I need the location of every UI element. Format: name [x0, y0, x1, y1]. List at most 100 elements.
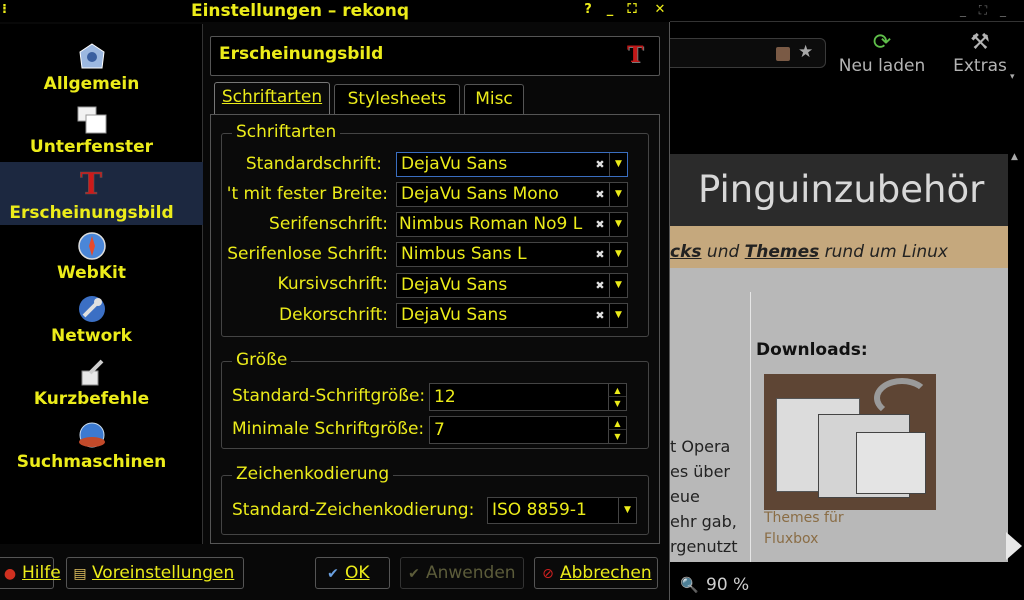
spin-up-icon[interactable]: ▲	[608, 384, 626, 397]
standard-font-combo[interactable]: DejaVu Sans ✖ ▼	[396, 152, 628, 177]
size-group-title: Größe	[232, 350, 292, 370]
spin-up-icon[interactable]: ▲	[608, 417, 626, 430]
chevron-down-icon[interactable]: ▼	[609, 274, 627, 297]
defaults-button[interactable]: ▤ Voreinstellungen	[66, 557, 244, 589]
combo-value: DejaVu Sans	[401, 275, 508, 295]
browser-maximize-button[interactable]: ⛶	[976, 4, 990, 16]
clear-icon[interactable]: ✖	[593, 309, 607, 323]
web-view: Pinguinzubehör cks und Themes rund um Li…	[670, 150, 1008, 562]
chevron-down-icon[interactable]: ▼	[609, 243, 627, 266]
chevron-down-icon[interactable]: ▼	[609, 153, 627, 176]
encoding-group-title: Zeichenkodierung	[232, 464, 394, 484]
reload-button[interactable]: ⟳ Neu laden	[832, 30, 932, 76]
defaults-button-label: Voreinstellungen	[92, 563, 235, 583]
appearance-icon: T	[627, 42, 644, 68]
rss-feed-icon[interactable]	[776, 47, 790, 61]
tab-label: Stylesheets	[347, 89, 447, 109]
close-icon[interactable]: ✕	[652, 2, 668, 18]
svg-text:T: T	[80, 167, 103, 200]
tagline-link-themes[interactable]: Themes	[745, 242, 820, 262]
apply-button[interactable]: ✔ Anwenden	[400, 557, 524, 589]
browser-minimize-button[interactable]: _	[956, 4, 970, 16]
article-line: ehr gab,	[670, 512, 737, 531]
sidebar-item-allgemein[interactable]: Allgemein	[0, 36, 203, 99]
maximize-icon[interactable]: ⛶	[624, 2, 640, 18]
size-group: Größe Standard-Schriftgröße: 12 ▲ ▼ Mini…	[221, 350, 649, 449]
sidebar-item-network[interactable]: Network	[0, 288, 203, 351]
chevron-down-icon[interactable]: ▼	[609, 304, 627, 327]
article-line: rgenutzt	[670, 537, 738, 556]
sidebar-item-label: Unterfenster	[29, 137, 154, 157]
ok-button[interactable]: ✔ OK	[315, 557, 390, 589]
fluxbox-theme-thumbnail[interactable]	[764, 374, 936, 510]
cursive-font-label: Kursivschrift:	[277, 274, 388, 294]
sidebar-item-label: Network	[51, 326, 132, 346]
tab-label: Schriftarten	[221, 87, 323, 107]
web-scrollbar[interactable]: ▲	[1008, 150, 1024, 562]
bookmark-star-icon[interactable]: ★	[798, 43, 816, 61]
sidebar-item-suchmaschinen[interactable]: Suchmaschinen	[0, 414, 203, 477]
sans-serif-font-combo[interactable]: Nimbus Sans L ✖ ▼	[396, 242, 628, 267]
fonts-group-title: Schriftarten	[232, 122, 341, 142]
tabs-icon	[77, 106, 107, 134]
cancel-button-label: Abbrechen	[560, 563, 652, 583]
sidebar-item-label: Erscheinungsbild	[9, 203, 174, 223]
fantasy-font-combo[interactable]: DejaVu Sans ✖ ▼	[396, 303, 628, 328]
browser-close-button[interactable]: _	[996, 4, 1010, 16]
spin-down-icon[interactable]: ▼	[608, 397, 626, 410]
help-button[interactable]: ● Hilfe	[0, 557, 61, 589]
standard-font-label: Standardschrift:	[245, 154, 382, 174]
mouse-cursor-icon	[1006, 532, 1022, 560]
tab-misc[interactable]: Misc	[464, 84, 524, 114]
spin-down-icon[interactable]: ▼	[608, 430, 626, 443]
defaults-icon: ▤	[73, 566, 87, 582]
extras-label: Extras	[953, 56, 1007, 76]
minimize-icon[interactable]: _	[602, 2, 618, 18]
web-content: Downloads: Themes für Fluxbox t Opera es…	[670, 268, 1008, 562]
encoding-combo[interactable]: ISO 8859-1 ▼	[487, 497, 637, 524]
clear-icon[interactable]: ✖	[593, 218, 607, 232]
chevron-down-icon[interactable]: ▼	[609, 213, 627, 236]
spinbox-value: 7	[434, 420, 445, 440]
extras-button[interactable]: ⚒ Extras	[944, 30, 1016, 76]
combo-value: Nimbus Roman No9 L	[399, 214, 583, 234]
article-line: t Opera	[670, 437, 731, 456]
min-size-spinbox[interactable]: 7 ▲ ▼	[429, 416, 627, 444]
network-icon	[79, 296, 105, 322]
clear-icon[interactable]: ✖	[593, 158, 607, 172]
column-divider	[750, 292, 751, 562]
scroll-up-icon[interactable]: ▲	[1011, 152, 1018, 162]
sidebar-item-label: WebKit	[57, 263, 126, 283]
dialog-titlebar: ⁝ Einstellungen – rekonq ? _ ⛶ ✕	[0, 0, 670, 22]
cancel-button[interactable]: ⊘ Abbrechen	[534, 557, 658, 589]
sidebar-item-unterfenster[interactable]: Unterfenster	[0, 99, 203, 162]
sidebar-item-kurzbefehle[interactable]: Kurzbefehle	[0, 351, 203, 414]
page-title: Erscheinungsbild	[219, 44, 384, 64]
chevron-down-icon[interactable]: ▼	[609, 183, 627, 206]
clear-icon[interactable]: ✖	[593, 279, 607, 293]
clear-icon[interactable]: ✖	[593, 248, 607, 262]
tab-schriftarten[interactable]: Schriftarten	[214, 82, 330, 115]
help-icon[interactable]: ?	[580, 2, 596, 18]
sidebar-item-label: Suchmaschinen	[16, 452, 167, 472]
tab-stylesheets[interactable]: Stylesheets	[334, 84, 460, 114]
ok-button-label: OK	[345, 563, 370, 583]
cursive-font-combo[interactable]: DejaVu Sans ✖ ▼	[396, 273, 628, 298]
clear-icon[interactable]: ✖	[593, 188, 607, 202]
sidebar-item-webkit[interactable]: WebKit	[0, 225, 203, 288]
fixed-font-combo[interactable]: DejaVu Sans Mono ✖ ▼	[396, 182, 628, 207]
url-bar[interactable]: ★	[670, 38, 826, 68]
thumbnail-caption-link[interactable]: Themes für Fluxbox	[764, 508, 884, 550]
serif-font-label: Serifenschrift:	[269, 214, 388, 234]
reload-label: Neu laden	[838, 56, 926, 76]
webkit-compass-icon	[78, 232, 106, 260]
check-icon: ✔	[327, 566, 339, 582]
tagline-link-1[interactable]: cks	[670, 242, 702, 262]
default-size-spinbox[interactable]: 12 ▲ ▼	[429, 383, 627, 411]
sidebar-item-erscheinungsbild[interactable]: T Erscheinungsbild	[0, 162, 203, 225]
apply-button-label: Anwenden	[426, 563, 516, 583]
serif-font-combo[interactable]: Nimbus Roman No9 L ✖ ▼	[396, 212, 628, 237]
encoding-label: Standard-Zeichenkodierung:	[232, 500, 475, 520]
zoom-icon[interactable]: 🔍	[680, 576, 699, 594]
chevron-down-icon[interactable]: ▼	[618, 498, 636, 523]
